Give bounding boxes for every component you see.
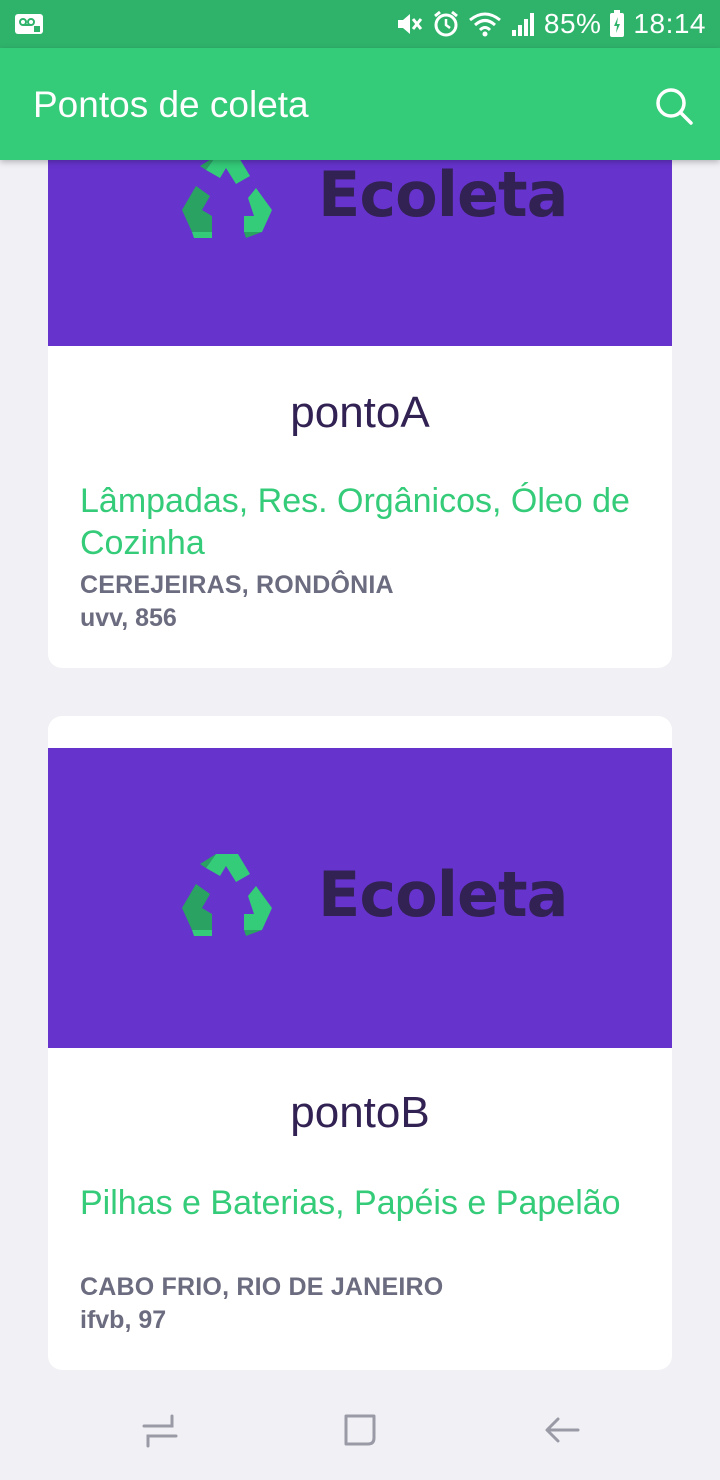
clock: 18:14 [633, 8, 706, 39]
recents-icon[interactable] [140, 1410, 180, 1450]
card-image: Ecoleta [48, 748, 672, 1048]
voicemail-icon [15, 14, 43, 34]
recycle-icon [182, 160, 272, 238]
point-city: CABO FRIO, RIO DE JANEIRO [80, 1273, 444, 1301]
recycle-icon [182, 854, 272, 936]
page-title: Pontos de coleta [33, 84, 309, 125]
point-address: ifvb, 97 [80, 1306, 167, 1334]
point-items: Lâmpadas, Res. Orgânicos, Óleo de Cozinh… [80, 482, 630, 562]
signal-icon [511, 13, 534, 36]
battery-charging-icon [610, 10, 625, 37]
brand-name: Ecoleta [318, 858, 568, 931]
battery-percent: 85% [543, 8, 602, 39]
home-icon[interactable] [340, 1410, 380, 1450]
card-image: Ecoleta [48, 160, 672, 346]
brand-name: Ecoleta [318, 160, 568, 231]
back-icon[interactable] [542, 1410, 582, 1450]
points-list[interactable]: Ecoleta pontoA Lâmpadas, Res. Orgânicos,… [0, 160, 720, 1380]
alarm-icon [433, 10, 458, 37]
point-city: CEREJEIRAS, RONDÔNIA [80, 571, 394, 599]
status-bar: 85% 18:14 [0, 0, 720, 48]
point-name: pontoB [290, 1088, 430, 1137]
collection-point-card[interactable]: Ecoleta pontoA Lâmpadas, Res. Orgânicos,… [48, 160, 672, 668]
search-icon[interactable] [654, 86, 694, 126]
point-items: Pilhas e Baterias, Papéis e Papelão [80, 1184, 621, 1222]
wifi-icon [468, 12, 501, 37]
point-name: pontoA [290, 388, 430, 437]
mute-icon [397, 14, 423, 34]
point-address: uvv, 856 [80, 604, 177, 632]
collection-point-card[interactable]: Ecoleta pontoB Pilhas e Baterias, Papéis… [48, 716, 672, 1370]
app-bar: Pontos de coleta [0, 48, 720, 160]
system-nav-bar [0, 1380, 720, 1480]
